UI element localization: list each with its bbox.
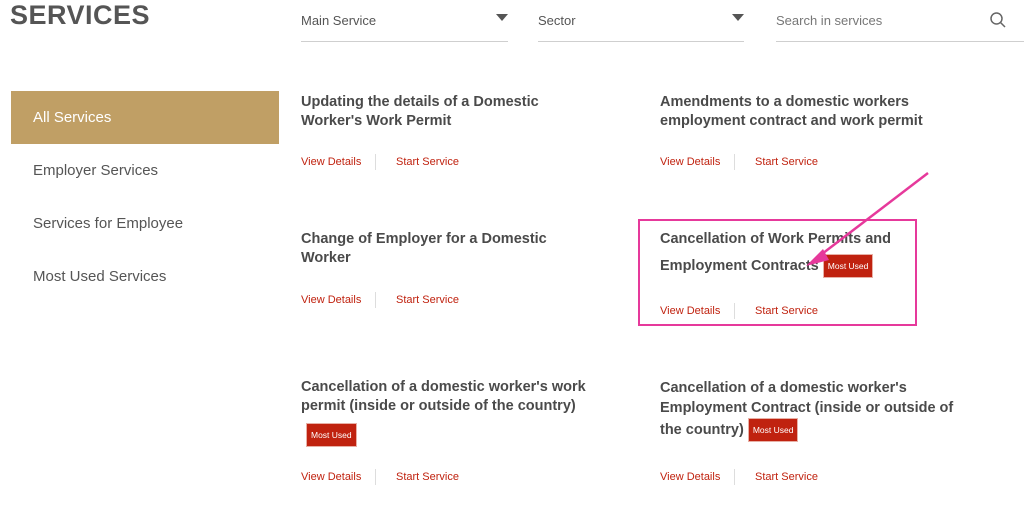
annotation-arrow-icon (806, 172, 929, 266)
services-page: SERVICES Main Service Sector Search in s… (0, 0, 1024, 510)
